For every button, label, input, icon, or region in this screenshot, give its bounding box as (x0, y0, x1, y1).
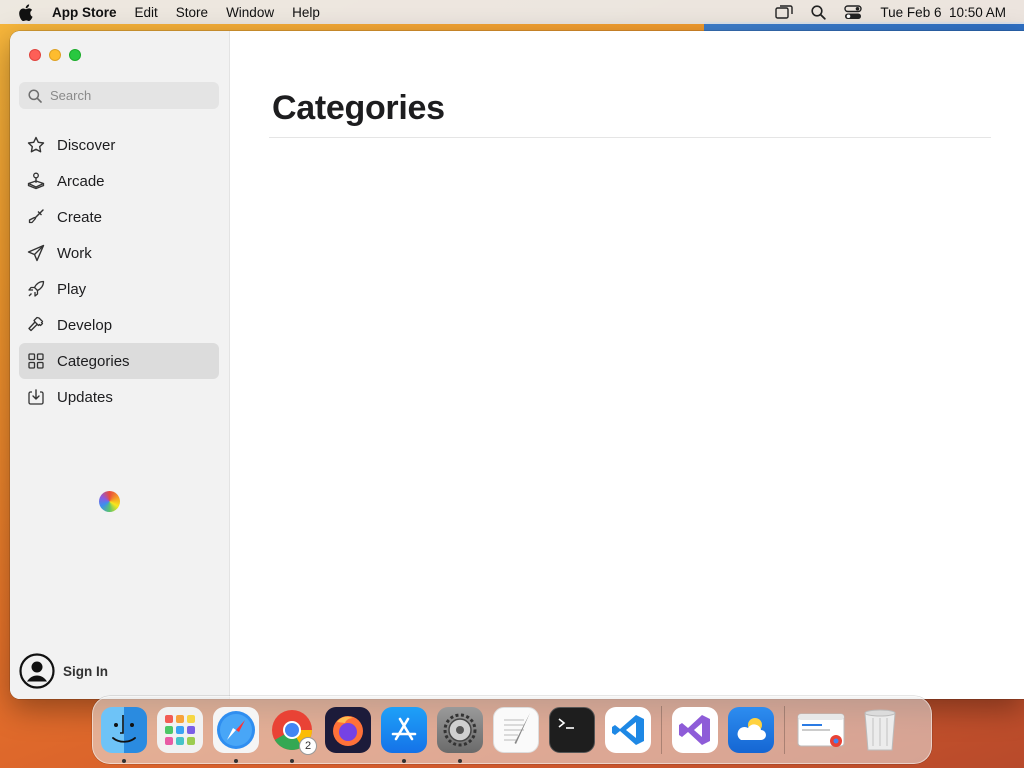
sidebar-item-work[interactable]: Work (19, 235, 219, 271)
zoom-button[interactable] (69, 49, 81, 61)
gear-icon (443, 713, 477, 747)
rocket-icon (25, 280, 47, 298)
dock-chrome-window[interactable] (795, 707, 847, 753)
chrome-badge: 2 (299, 737, 317, 755)
close-button[interactable] (29, 49, 41, 61)
hammer-icon (25, 316, 47, 334)
screen-mirroring-icon[interactable] (775, 5, 794, 19)
running-indicator (458, 759, 462, 763)
account-avatar-icon (19, 653, 55, 689)
dock-finder[interactable] (101, 707, 147, 763)
sidebar-item-label: Create (57, 208, 103, 226)
sidebar-item-label: Develop (57, 316, 113, 334)
sidebar-item-label: Categories (57, 352, 130, 370)
dock-separator (784, 706, 785, 754)
menu-clock[interactable]: Tue Feb 6 10:50 AM (880, 5, 1006, 20)
menu-window[interactable]: Window (226, 5, 274, 20)
page-title: Categories (272, 89, 445, 127)
sidebar-item-label: Discover (57, 136, 116, 154)
sign-in-label: Sign In (63, 663, 108, 679)
firefox-icon (333, 716, 363, 746)
joystick-icon (25, 172, 47, 190)
menu-bar: App Store Edit Store Window Help Tue Feb… (0, 0, 1024, 24)
window-controls (29, 49, 81, 61)
app-store-window: Discover Arcade Create Work (10, 31, 1024, 699)
sidebar-item-arcade[interactable]: Arcade (19, 163, 219, 199)
menu-store[interactable]: Store (176, 5, 208, 20)
dock: 2 (92, 696, 932, 764)
running-indicator (290, 759, 294, 763)
menu-app-name[interactable]: App Store (52, 5, 117, 20)
dock-textedit[interactable] (493, 707, 539, 753)
sidebar-item-categories[interactable]: Categories (19, 343, 219, 379)
sidebar-item-label: Updates (57, 388, 113, 406)
star-icon (25, 136, 47, 154)
sidebar: Discover Arcade Create Work (10, 31, 230, 699)
grid-icon (25, 353, 47, 369)
sidebar-nav: Discover Arcade Create Work Play Develop… (19, 127, 219, 415)
sidebar-item-label: Work (57, 244, 92, 262)
terminal-icon (558, 718, 574, 729)
search-icon (28, 88, 42, 103)
safari-icon (217, 711, 255, 749)
dock-visual-studio[interactable] (672, 707, 718, 753)
weather-icon (737, 718, 766, 740)
sidebar-item-play[interactable]: Play (19, 271, 219, 307)
brush-icon (25, 208, 47, 226)
dock-vscode[interactable] (605, 707, 651, 753)
sign-in-button[interactable]: Sign In (19, 653, 108, 689)
running-indicator (402, 759, 406, 763)
sidebar-item-label: Arcade (57, 172, 105, 190)
menu-edit[interactable]: Edit (135, 5, 158, 20)
loading-spinner-icon (99, 491, 120, 512)
textedit-icon (504, 713, 530, 744)
sidebar-item-label: Play (57, 280, 87, 298)
dock-terminal[interactable] (549, 707, 595, 753)
sidebar-item-discover[interactable]: Discover (19, 127, 219, 163)
vscode-icon (612, 715, 644, 745)
search-field[interactable] (19, 82, 219, 109)
search-input[interactable] (50, 88, 200, 103)
visual-studio-icon (679, 715, 710, 745)
dock-system-settings[interactable] (437, 707, 483, 763)
window-thumbnail-icon (797, 713, 845, 747)
dock-separator (661, 706, 662, 754)
sidebar-item-updates[interactable]: Updates (19, 379, 219, 415)
finder-icon (112, 715, 136, 743)
dock-weather[interactable] (728, 707, 774, 753)
trash-icon (864, 709, 896, 751)
dock-launchpad[interactable] (157, 707, 203, 753)
launchpad-icon (165, 715, 195, 745)
dock-chrome[interactable]: 2 (269, 707, 317, 763)
dock-trash[interactable] (857, 707, 903, 753)
dock-firefox[interactable] (325, 707, 371, 753)
control-center-icon[interactable] (844, 4, 863, 20)
running-indicator (122, 759, 126, 763)
paperplane-icon (25, 244, 47, 262)
app-store-icon (391, 717, 417, 741)
main-content: Categories (231, 31, 1024, 699)
apple-menu-icon[interactable] (18, 3, 36, 21)
download-icon (25, 388, 47, 406)
sidebar-item-develop[interactable]: Develop (19, 307, 219, 343)
menu-help[interactable]: Help (292, 5, 320, 20)
running-indicator (234, 759, 238, 763)
dock-app-store[interactable] (381, 707, 427, 763)
dock-safari[interactable] (213, 707, 259, 763)
minimize-button[interactable] (49, 49, 61, 61)
title-divider (269, 137, 991, 138)
sidebar-item-create[interactable]: Create (19, 199, 219, 235)
spotlight-search-icon[interactable] (811, 4, 827, 20)
